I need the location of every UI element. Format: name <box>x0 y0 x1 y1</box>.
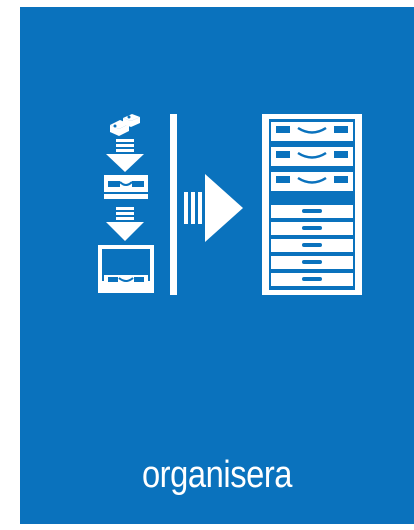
loose-parts-icon <box>110 114 140 136</box>
cabinet-flat-drawer <box>271 205 353 218</box>
cabinet-case-drawer <box>271 122 353 141</box>
cabinet-flat-drawer <box>271 273 353 286</box>
cabinet-case-drawer <box>271 147 353 166</box>
organise-boxes-into-cabinet-icon <box>98 114 362 295</box>
cabinet-flat-drawer <box>271 239 353 252</box>
case-icon <box>104 175 148 199</box>
divider-line <box>170 114 177 295</box>
cabinet-case-drawer <box>271 172 353 191</box>
cabinet-flat-drawer <box>271 256 353 269</box>
sign-caption: organisera <box>141 454 293 496</box>
right-arrow-icon <box>184 174 243 242</box>
storage-cabinet-icon <box>262 114 362 295</box>
down-arrow-icon <box>106 139 144 172</box>
down-arrow-icon <box>106 207 144 241</box>
organise-sign: organisera <box>20 7 414 524</box>
cabinet-flat-drawer <box>271 222 353 235</box>
rack-with-case-icon <box>98 245 154 293</box>
